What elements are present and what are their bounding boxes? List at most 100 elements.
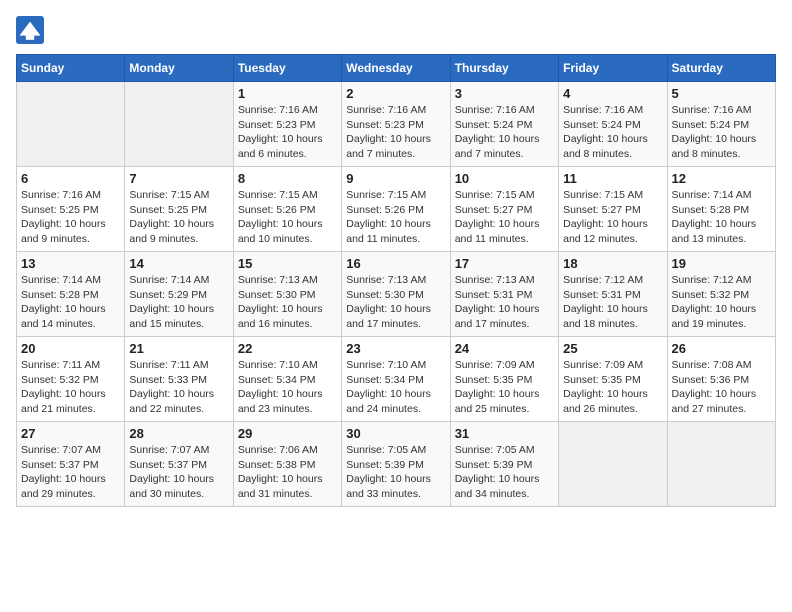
calendar-header-row: SundayMondayTuesdayWednesdayThursdayFrid…	[17, 55, 776, 82]
calendar-cell: 25Sunrise: 7:09 AM Sunset: 5:35 PM Dayli…	[559, 337, 667, 422]
week-row-2: 6 Sunrise: 7:16 AM Sunset: 5:25 PM Daylig…	[17, 167, 776, 252]
calendar-cell: 19Sunrise: 7:12 AM Sunset: 5:32 PM Dayli…	[667, 252, 775, 337]
day-info: Sunrise: 7:16 AM Sunset: 5:24 PM Dayligh…	[455, 103, 554, 162]
day-number: 1	[238, 86, 337, 101]
calendar-cell: 7 Sunrise: 7:15 AM Sunset: 5:25 PM Daylig…	[125, 167, 233, 252]
day-number: 5	[672, 86, 771, 101]
day-number: 12	[672, 171, 771, 186]
calendar-cell: 5 Sunrise: 7:16 AM Sunset: 5:24 PM Daylig…	[667, 82, 775, 167]
calendar-cell	[667, 422, 775, 507]
day-number: 23	[346, 341, 445, 356]
day-number: 11	[563, 171, 662, 186]
day-number: 18	[563, 256, 662, 271]
calendar-cell: 17 Sunrise: 7:13 AM Sunset: 5:31 PM Dayli…	[450, 252, 558, 337]
week-row-5: 27 Sunrise: 7:07 AM Sunset: 5:37 PM Dayli…	[17, 422, 776, 507]
day-info: Sunrise: 7:07 AM Sunset: 5:37 PM Dayligh…	[129, 443, 228, 502]
day-info: Sunrise: 7:11 AM Sunset: 5:32 PM Dayligh…	[21, 358, 120, 417]
day-number: 2	[346, 86, 445, 101]
day-info: Sunrise: 7:14 AM Sunset: 5:28 PM Dayligh…	[672, 188, 771, 247]
logo	[16, 16, 48, 44]
day-info: Sunrise: 7:16 AM Sunset: 5:23 PM Dayligh…	[238, 103, 337, 162]
calendar-cell	[17, 82, 125, 167]
header-sunday: Sunday	[17, 55, 125, 82]
calendar-cell: 13Sunrise: 7:14 AM Sunset: 5:28 PM Dayli…	[17, 252, 125, 337]
calendar-cell: 29Sunrise: 7:06 AM Sunset: 5:38 PM Dayli…	[233, 422, 341, 507]
day-number: 28	[129, 426, 228, 441]
day-number: 21	[129, 341, 228, 356]
header-saturday: Saturday	[667, 55, 775, 82]
header-thursday: Thursday	[450, 55, 558, 82]
day-number: 22	[238, 341, 337, 356]
day-number: 27	[21, 426, 120, 441]
calendar-cell: 18 Sunrise: 7:12 AM Sunset: 5:31 PM Dayli…	[559, 252, 667, 337]
day-info: Sunrise: 7:09 AM Sunset: 5:35 PM Dayligh…	[455, 358, 554, 417]
day-info: Sunrise: 7:12 AM Sunset: 5:32 PM Dayligh…	[672, 273, 771, 332]
day-number: 14	[129, 256, 228, 271]
day-number: 17	[455, 256, 554, 271]
header-friday: Friday	[559, 55, 667, 82]
day-info: Sunrise: 7:16 AM Sunset: 5:24 PM Dayligh…	[563, 103, 662, 162]
day-info: Sunrise: 7:13 AM Sunset: 5:30 PM Dayligh…	[346, 273, 445, 332]
day-number: 7	[129, 171, 228, 186]
day-number: 15	[238, 256, 337, 271]
calendar-cell: 14 Sunrise: 7:14 AM Sunset: 5:29 PM Dayli…	[125, 252, 233, 337]
day-info: Sunrise: 7:16 AM Sunset: 5:24 PM Dayligh…	[672, 103, 771, 162]
day-number: 16	[346, 256, 445, 271]
calendar-cell: 27 Sunrise: 7:07 AM Sunset: 5:37 PM Dayli…	[17, 422, 125, 507]
day-number: 4	[563, 86, 662, 101]
day-number: 26	[672, 341, 771, 356]
day-info: Sunrise: 7:15 AM Sunset: 5:27 PM Dayligh…	[455, 188, 554, 247]
day-info: Sunrise: 7:14 AM Sunset: 5:29 PM Dayligh…	[129, 273, 228, 332]
logo-icon	[16, 16, 44, 44]
day-number: 29	[238, 426, 337, 441]
week-row-1: 1 Sunrise: 7:16 AM Sunset: 5:23 PM Daylig…	[17, 82, 776, 167]
calendar-cell: 11 Sunrise: 7:15 AM Sunset: 5:27 PM Dayli…	[559, 167, 667, 252]
calendar-cell: 4 Sunrise: 7:16 AM Sunset: 5:24 PM Daylig…	[559, 82, 667, 167]
calendar-table: SundayMondayTuesdayWednesdayThursdayFrid…	[16, 54, 776, 507]
calendar-cell: 26 Sunrise: 7:08 AM Sunset: 5:36 PM Dayli…	[667, 337, 775, 422]
header-wednesday: Wednesday	[342, 55, 450, 82]
day-info: Sunrise: 7:08 AM Sunset: 5:36 PM Dayligh…	[672, 358, 771, 417]
day-number: 30	[346, 426, 445, 441]
day-info: Sunrise: 7:16 AM Sunset: 5:25 PM Dayligh…	[21, 188, 120, 247]
calendar-cell	[559, 422, 667, 507]
calendar-cell: 24 Sunrise: 7:09 AM Sunset: 5:35 PM Dayli…	[450, 337, 558, 422]
day-info: Sunrise: 7:11 AM Sunset: 5:33 PM Dayligh…	[129, 358, 228, 417]
day-info: Sunrise: 7:15 AM Sunset: 5:26 PM Dayligh…	[238, 188, 337, 247]
header-tuesday: Tuesday	[233, 55, 341, 82]
week-row-4: 20Sunrise: 7:11 AM Sunset: 5:32 PM Dayli…	[17, 337, 776, 422]
day-info: Sunrise: 7:07 AM Sunset: 5:37 PM Dayligh…	[21, 443, 120, 502]
header-monday: Monday	[125, 55, 233, 82]
calendar-cell: 3 Sunrise: 7:16 AM Sunset: 5:24 PM Daylig…	[450, 82, 558, 167]
day-info: Sunrise: 7:16 AM Sunset: 5:23 PM Dayligh…	[346, 103, 445, 162]
page-header	[16, 16, 776, 44]
calendar-cell: 20Sunrise: 7:11 AM Sunset: 5:32 PM Dayli…	[17, 337, 125, 422]
calendar-cell: 10 Sunrise: 7:15 AM Sunset: 5:27 PM Dayli…	[450, 167, 558, 252]
calendar-cell: 31Sunrise: 7:05 AM Sunset: 5:39 PM Dayli…	[450, 422, 558, 507]
day-info: Sunrise: 7:10 AM Sunset: 5:34 PM Dayligh…	[346, 358, 445, 417]
calendar-cell: 6 Sunrise: 7:16 AM Sunset: 5:25 PM Daylig…	[17, 167, 125, 252]
day-info: Sunrise: 7:10 AM Sunset: 5:34 PM Dayligh…	[238, 358, 337, 417]
calendar-cell: 8Sunrise: 7:15 AM Sunset: 5:26 PM Daylig…	[233, 167, 341, 252]
day-number: 31	[455, 426, 554, 441]
calendar-cell	[125, 82, 233, 167]
calendar-cell: 30 Sunrise: 7:05 AM Sunset: 5:39 PM Dayli…	[342, 422, 450, 507]
day-number: 24	[455, 341, 554, 356]
calendar-cell: 23 Sunrise: 7:10 AM Sunset: 5:34 PM Dayli…	[342, 337, 450, 422]
calendar-cell: 2 Sunrise: 7:16 AM Sunset: 5:23 PM Daylig…	[342, 82, 450, 167]
day-info: Sunrise: 7:12 AM Sunset: 5:31 PM Dayligh…	[563, 273, 662, 332]
day-info: Sunrise: 7:15 AM Sunset: 5:26 PM Dayligh…	[346, 188, 445, 247]
calendar-cell: 28 Sunrise: 7:07 AM Sunset: 5:37 PM Dayli…	[125, 422, 233, 507]
day-info: Sunrise: 7:15 AM Sunset: 5:27 PM Dayligh…	[563, 188, 662, 247]
day-number: 10	[455, 171, 554, 186]
day-number: 3	[455, 86, 554, 101]
day-info: Sunrise: 7:13 AM Sunset: 5:31 PM Dayligh…	[455, 273, 554, 332]
day-info: Sunrise: 7:05 AM Sunset: 5:39 PM Dayligh…	[346, 443, 445, 502]
calendar-cell: 22 Sunrise: 7:10 AM Sunset: 5:34 PM Dayli…	[233, 337, 341, 422]
day-number: 6	[21, 171, 120, 186]
day-info: Sunrise: 7:15 AM Sunset: 5:25 PM Dayligh…	[129, 188, 228, 247]
calendar-cell: 12 Sunrise: 7:14 AM Sunset: 5:28 PM Dayli…	[667, 167, 775, 252]
week-row-3: 13Sunrise: 7:14 AM Sunset: 5:28 PM Dayli…	[17, 252, 776, 337]
calendar-cell: 21 Sunrise: 7:11 AM Sunset: 5:33 PM Dayli…	[125, 337, 233, 422]
day-info: Sunrise: 7:13 AM Sunset: 5:30 PM Dayligh…	[238, 273, 337, 332]
